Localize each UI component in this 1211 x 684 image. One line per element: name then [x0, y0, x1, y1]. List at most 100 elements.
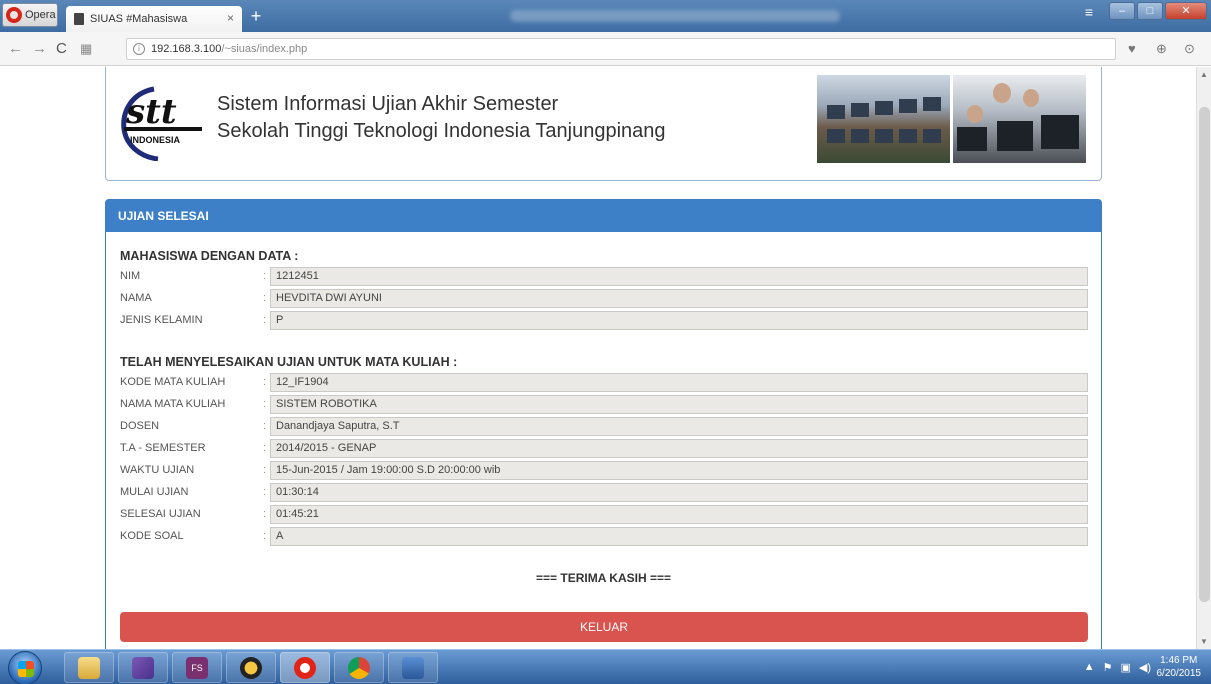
windows-logo-icon — [18, 661, 34, 677]
field-row-nim: NIM : 1212451 — [120, 267, 1088, 286]
folder-icon — [78, 656, 100, 679]
site-info-icon[interactable]: i — [133, 43, 145, 55]
tab-menu-icon[interactable]: ≡ — [1085, 4, 1093, 20]
site-title-line1: Sistem Informasi Ujian Akhir Semester — [217, 93, 559, 115]
browser-toolbar: ← → C ▦ i 192.168.3.100/~siuas/index.php… — [0, 32, 1211, 66]
svg-text:stt: stt — [125, 92, 177, 132]
field-value-waktu-ujian: 15-Jun-2015 / Jam 19:00:00 S.D 20:00:00 … — [270, 461, 1088, 480]
field-separator: : — [263, 464, 267, 476]
maximize-button[interactable]: □ — [1137, 2, 1163, 20]
scroll-down-icon[interactable]: ▼ — [1200, 637, 1208, 646]
logout-button[interactable]: KELUAR — [120, 612, 1088, 642]
visual-studio-icon — [132, 656, 154, 679]
taskbar-fs-app[interactable]: FS — [172, 652, 222, 683]
site-header: stt INDONESIA Sistem Informasi Ujian Akh… — [105, 67, 1102, 181]
field-value-nama: HEVDITA DWI AYUNI — [270, 289, 1088, 308]
action-center-flag-icon[interactable]: ⚑ — [1103, 661, 1113, 674]
field-value-selesai-ujian: 01:45:21 — [270, 505, 1088, 524]
taskbar-visual-studio[interactable] — [118, 652, 168, 683]
field-separator: : — [263, 420, 267, 432]
computer-lab-photo — [953, 75, 1086, 163]
opera-logo-icon — [6, 7, 22, 23]
scroll-up-icon[interactable]: ▲ — [1200, 70, 1208, 79]
field-label: SELESAI UJIAN — [120, 508, 201, 520]
svg-text:INDONESIA: INDONESIA — [130, 135, 181, 145]
site-title-line2: Sekolah Tinggi Teknologi Indonesia Tanju… — [217, 120, 666, 142]
taskbar-explorer[interactable] — [64, 652, 114, 683]
field-row-selesai-ujian: SELESAI UJIAN : 01:45:21 — [120, 505, 1088, 524]
url-host: 192.168.3.100 — [151, 43, 222, 55]
field-label: DOSEN — [120, 420, 160, 432]
page-viewport: stt INDONESIA Sistem Informasi Ujian Akh… — [0, 67, 1196, 649]
windows-taskbar: FS ▲ ⚑ ▣ ◀) 1:46 PM 6/20/2015 — [0, 649, 1211, 684]
student-section-title: MAHASISWA DENGAN DATA : — [120, 249, 299, 263]
speed-dial-grid-icon[interactable]: ▦ — [80, 41, 92, 57]
extension-icon[interactable]: ⊙ — [1184, 41, 1195, 57]
start-button[interactable] — [8, 651, 42, 684]
reload-icon[interactable]: C — [56, 40, 67, 57]
field-label: NIM — [120, 270, 141, 282]
clock-date: 6/20/2015 — [1156, 668, 1202, 679]
fs-app-icon: FS — [186, 656, 208, 679]
exam-finished-panel: UJIAN SELESAI MAHASISWA DENGAN DATA : NI… — [105, 199, 1102, 649]
field-label: NAMA MATA KULIAH — [120, 398, 226, 410]
address-bar[interactable]: i 192.168.3.100/~siuas/index.php — [126, 38, 1116, 60]
field-label: KODE SOAL — [120, 530, 184, 542]
field-row-dosen: DOSEN : Danandjaya Saputra, S.T — [120, 417, 1088, 436]
taskbar-word[interactable] — [388, 652, 438, 683]
forward-arrow-icon[interactable]: → — [32, 40, 47, 57]
page-favicon-icon — [74, 13, 84, 25]
download-icon[interactable]: ⊕ — [1156, 41, 1167, 57]
campus-building-photo — [817, 75, 950, 163]
scroll-thumb[interactable] — [1199, 107, 1210, 602]
network-icon[interactable]: ▣ — [1120, 661, 1130, 674]
field-label: JENIS KELAMIN — [120, 314, 203, 326]
field-separator: : — [263, 530, 267, 542]
panel-heading: UJIAN SELESAI — [106, 200, 1101, 232]
field-row-ta-semester: T.A - SEMESTER : 2014/2015 - GENAP — [120, 439, 1088, 458]
field-label: T.A - SEMESTER — [120, 442, 206, 454]
field-label: WAKTU UJIAN — [120, 464, 195, 476]
field-value-kode-soal: A — [270, 527, 1088, 546]
field-row-kode-soal: KODE SOAL : A — [120, 527, 1088, 546]
site-title: Sistem Informasi Ujian Akhir Semester Se… — [217, 91, 666, 145]
thank-you-text: === TERIMA KASIH === — [536, 571, 671, 585]
exam-section-title: TELAH MENYELESAIKAN UJIAN UNTUK MATA KUL… — [120, 355, 458, 369]
window-controls: – □ ✕ — [1109, 2, 1207, 20]
system-tray: ▲ ⚑ ▣ ◀) — [1084, 661, 1151, 674]
field-value-mulai-ujian: 01:30:14 — [270, 483, 1088, 502]
taskbar-opera[interactable] — [280, 652, 330, 683]
close-window-button[interactable]: ✕ — [1165, 2, 1207, 20]
field-row-mulai-ujian: MULAI UJIAN : 01:30:14 — [120, 483, 1088, 502]
taskbar-clock[interactable]: 1:46 PM 6/20/2015 — [1157, 654, 1202, 680]
stash-heart-icon[interactable]: ♥ — [1128, 41, 1136, 56]
field-row-kode-mata-kuliah: KODE MATA KULIAH : 12_IF1904 — [120, 373, 1088, 392]
field-label: KODE MATA KULIAH — [120, 376, 226, 388]
tab-title: SIUAS #Mahasiswa — [90, 13, 188, 25]
field-value-jenis-kelamin: P — [270, 311, 1088, 330]
volume-icon[interactable]: ◀) — [1139, 661, 1151, 674]
field-row-jenis-kelamin: JENIS KELAMIN : P — [120, 311, 1088, 330]
minimize-button[interactable]: – — [1109, 2, 1135, 20]
page-scrollbar[interactable]: ▲ ▼ — [1196, 67, 1211, 649]
tab-close-icon[interactable]: × — [227, 11, 234, 25]
chrome-icon — [348, 656, 370, 679]
taskbar-google-drive[interactable] — [226, 652, 276, 683]
url-path: /~siuas/index.php — [221, 43, 308, 55]
field-separator: : — [263, 314, 267, 326]
tab-siuas-mahasiswa[interactable]: SIUAS #Mahasiswa × — [66, 6, 242, 32]
field-row-nama: NAMA : HEVDITA DWI AYUNI — [120, 289, 1088, 308]
field-row-nama-mata-kuliah: NAMA MATA KULIAH : SISTEM ROBOTIKA — [120, 395, 1088, 414]
new-tab-button[interactable]: + — [246, 7, 266, 26]
field-value-nama-mata-kuliah: SISTEM ROBOTIKA — [270, 395, 1088, 414]
stt-logo-icon: stt INDONESIA — [121, 86, 202, 161]
window-title-text — [510, 10, 840, 22]
tray-expand-icon[interactable]: ▲ — [1084, 661, 1095, 674]
field-separator: : — [263, 508, 267, 520]
opera-menu-label: Opera — [25, 9, 56, 21]
opera-menu-button[interactable]: Opera — [2, 3, 58, 27]
field-value-nim: 1212451 — [270, 267, 1088, 286]
taskbar-chrome[interactable] — [334, 652, 384, 683]
word-icon — [402, 656, 424, 679]
back-arrow-icon[interactable]: ← — [8, 40, 23, 57]
